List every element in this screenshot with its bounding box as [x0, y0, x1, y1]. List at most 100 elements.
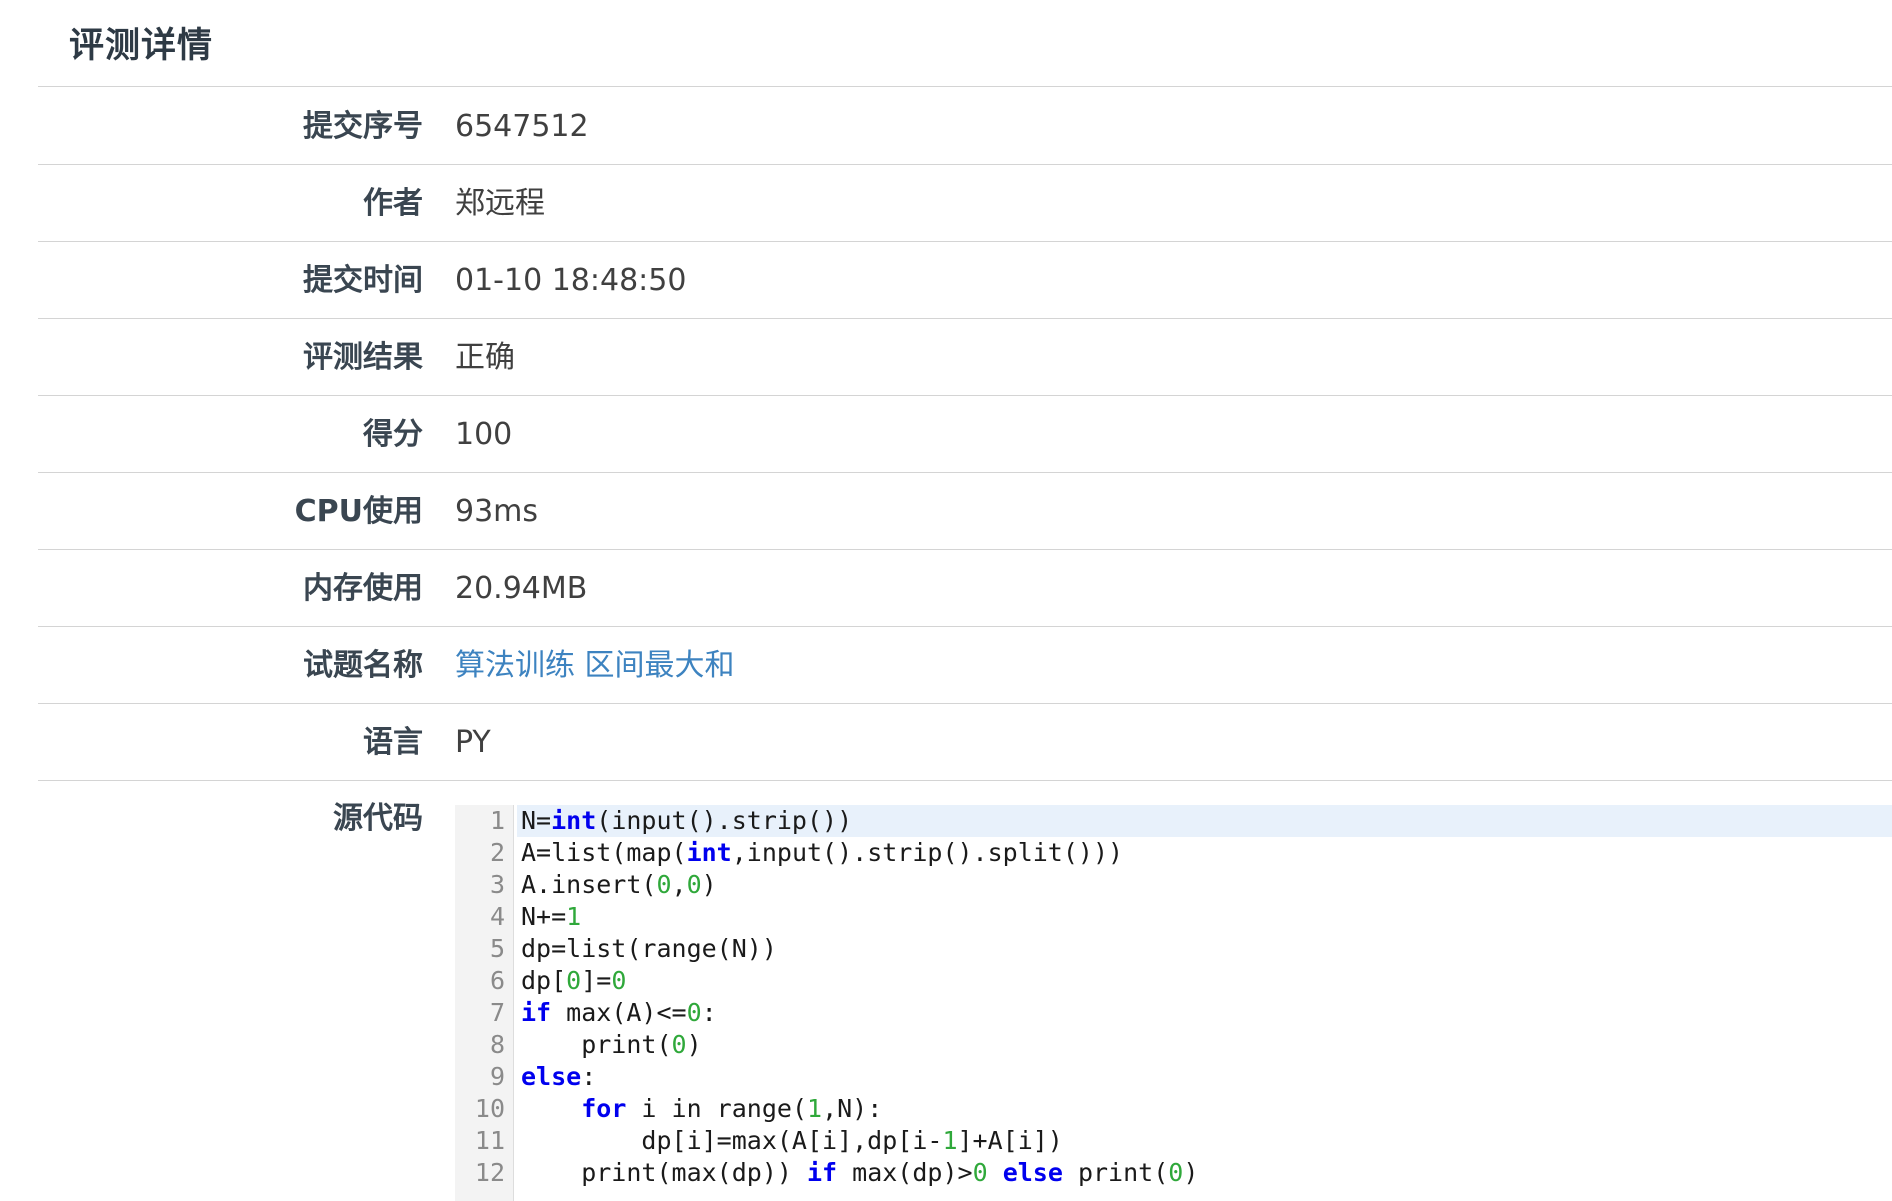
line-number: 11: [474, 1126, 505, 1155]
detail-row-submission-id: 提交序号 6547512: [38, 88, 1892, 165]
memory-usage-value: 20.94MB: [455, 571, 588, 606]
author-value: 郑远程: [455, 186, 545, 221]
code-keyword: else: [521, 1062, 582, 1091]
line-number: 7: [489, 998, 505, 1027]
line-number: 6: [489, 966, 505, 995]
code-number: 0: [972, 1158, 988, 1187]
code-line: 3 A.insert(0,0): [455, 869, 1892, 901]
code-token: dp[: [521, 966, 567, 995]
detail-label: 评测结果: [303, 340, 423, 375]
code-line: 12 print(max(dp)) if max(dp)>0 else prin…: [455, 1157, 1892, 1189]
code-number: 0: [656, 870, 672, 899]
detail-label: 试题名称: [303, 648, 423, 683]
code-line: 8 print(0): [455, 1029, 1892, 1061]
code-token: ]=: [581, 966, 612, 995]
code-line: 6 dp[0]=0: [455, 965, 1892, 997]
code-number: 0: [686, 998, 702, 1027]
code-text: N=int(input().strip()): [517, 805, 1892, 837]
detail-label: 提交时间: [303, 263, 423, 298]
code-number: 1: [942, 1126, 958, 1155]
line-number: 5: [489, 934, 505, 963]
result-value: 正确: [455, 340, 515, 375]
line-number: 3: [489, 870, 505, 899]
code-token: dp[i]=max(A[i],dp[i-: [521, 1126, 943, 1155]
detail-label: 提交序号: [303, 109, 423, 144]
detail-row-cpu: CPU使用 93ms: [38, 473, 1892, 550]
detail-row-author: 作者 郑远程: [38, 165, 1892, 242]
submission-details-table: 提交序号 6547512 作者 郑远程 提交时间 01-10 18:48:50 …: [38, 88, 1892, 1201]
code-token: ): [1183, 1158, 1199, 1187]
line-number: 8: [489, 1030, 505, 1059]
detail-row-submit-time: 提交时间 01-10 18:48:50: [38, 242, 1892, 319]
code-number: 1: [566, 902, 582, 931]
code-number: 0: [1168, 1158, 1184, 1187]
detail-label: 内存使用: [303, 571, 423, 606]
detail-row-source-code: 源代码 1 N=int(input().strip()) 2 A=list(map(i…: [38, 781, 1892, 1201]
detail-row-language: 语言 PY: [38, 704, 1892, 781]
title-divider: [38, 86, 1892, 87]
code-token: ]+A[i]): [957, 1126, 1063, 1155]
detail-label: 作者: [363, 186, 423, 221]
code-token: ,N):: [822, 1094, 883, 1123]
code-text: N+=1: [517, 901, 1892, 933]
code-token: ,: [671, 870, 687, 899]
code-token: A.insert(: [521, 870, 657, 899]
detail-label: 语言: [363, 725, 423, 760]
code-keyword: if: [806, 1158, 838, 1187]
problem-name-link[interactable]: 算法训练 区间最大和: [455, 627, 735, 704]
code-token: print(: [1062, 1158, 1169, 1187]
code-keyword: for: [581, 1094, 627, 1123]
code-keyword: if: [521, 998, 552, 1027]
language-value: PY: [455, 725, 491, 760]
code-token: max(A)<=: [551, 998, 687, 1027]
code-text: A=list(map(int,input().strip().split())): [517, 837, 1892, 869]
code-text: for i in range(1,N):: [517, 1093, 1892, 1125]
code-line: 11 dp[i]=max(A[i],dp[i-1]+A[i]): [455, 1125, 1892, 1157]
detail-row-score: 得分 100: [38, 396, 1892, 473]
code-line: 5 dp=list(range(N)): [455, 933, 1892, 965]
code-keyword: int: [551, 806, 597, 835]
code-token: :: [581, 1062, 597, 1091]
code-token: A=list(map(: [521, 838, 687, 867]
code-token: max(dp)>: [837, 1158, 973, 1187]
code-line: 2 A=list(map(int,input().strip().split())…: [455, 837, 1892, 869]
code-text: print(0): [517, 1029, 1892, 1061]
line-number: 12: [474, 1158, 505, 1187]
code-token: dp=list(range(N)): [521, 934, 777, 963]
code-line: 7 if max(A)<=0:: [455, 997, 1892, 1029]
code-number: 0: [611, 966, 627, 995]
code-text: dp[0]=0: [517, 965, 1892, 997]
code-token: N+=: [521, 902, 567, 931]
code-text: dp=list(range(N)): [517, 933, 1892, 965]
code-token: :: [701, 998, 717, 1027]
code-text: A.insert(0,0): [517, 869, 1892, 901]
code-text: else:: [517, 1061, 1892, 1093]
code-keyword: int: [686, 838, 732, 867]
submission-id-value: 6547512: [455, 109, 589, 144]
detail-label: CPU使用: [294, 494, 423, 529]
code-number: 0: [686, 870, 702, 899]
code-number: 1: [807, 1094, 823, 1123]
submit-time-value: 01-10 18:48:50: [455, 263, 687, 298]
code-number: 0: [671, 1030, 687, 1059]
line-number: 4: [489, 902, 505, 931]
code-token: print(max(dp)): [521, 1158, 807, 1187]
code-line: 1 N=int(input().strip()): [455, 805, 1892, 837]
code-token: i in range(: [626, 1094, 807, 1123]
code-line: 9 else:: [455, 1061, 1892, 1093]
code-token: print(: [521, 1030, 672, 1059]
code-line: 4 N+=1: [455, 901, 1892, 933]
code-text: dp[i]=max(A[i],dp[i-1]+A[i]): [517, 1125, 1892, 1157]
score-value: 100: [455, 417, 513, 452]
code-token: (input().strip()): [596, 806, 853, 835]
code-line: 10 for i in range(1,N):: [455, 1093, 1892, 1125]
source-code-viewer[interactable]: 1 N=int(input().strip()) 2 A=list(map(int,i…: [455, 805, 1892, 1201]
code-text: if max(A)<=0:: [517, 997, 1892, 1029]
detail-label: 得分: [363, 417, 423, 452]
code-number: 0: [566, 966, 582, 995]
cpu-usage-value: 93ms: [455, 494, 539, 529]
code-token: N=: [521, 806, 552, 835]
line-number: 9: [489, 1062, 505, 1091]
